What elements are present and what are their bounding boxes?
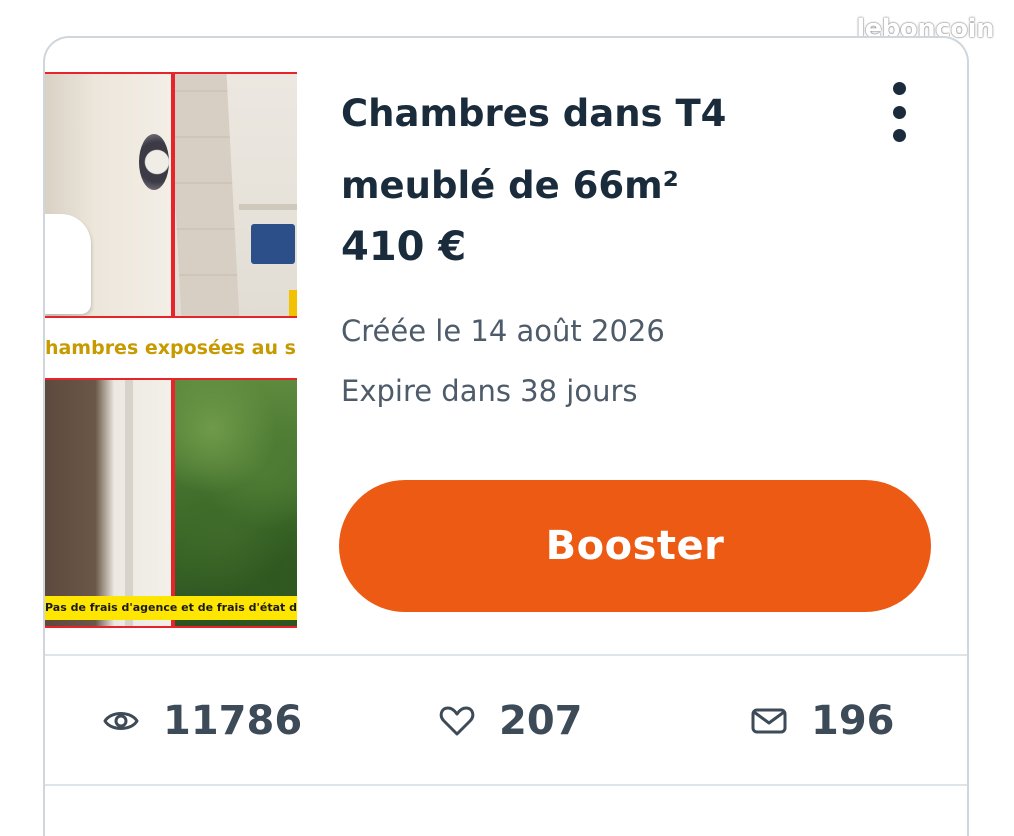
listing-card: Chambres exposées au sud avec vue Pas de… [43,36,969,836]
more-options-button[interactable] [887,82,911,142]
divider [45,654,967,656]
photo-bin [251,224,295,264]
created-date: Créée le 14 août 2026 [341,314,665,348]
listing-photo[interactable]: Chambres exposées au sud avec vue Pas de… [45,72,297,628]
more-vertical-icon [892,82,906,95]
expiry-info: Expire dans 38 jours [341,374,638,408]
photo-pane-tree [173,378,297,628]
eye-icon [103,712,139,730]
views-count: 11786 [163,698,303,744]
listing-price: 410 € [341,224,467,270]
more-vertical-icon-dot [892,129,906,142]
favorites-count: 207 [499,698,583,744]
more-vertical-icon-dot [892,105,906,119]
photo-door-frame [125,380,133,626]
photo-caption-top: Chambres exposées au sud avec vue [45,337,297,359]
messages-count: 196 [811,698,895,744]
photo-pillow [45,214,91,314]
divider-bottom [45,784,967,786]
favorites-stat: 207 [439,686,583,756]
photo-tag [289,290,297,316]
photo-shelf [239,204,297,210]
photo-caption-bottom: Pas de frais d'agence et de frais d'état… [45,596,297,620]
heart-icon [439,706,475,736]
photo-pane-door [45,378,173,628]
photo-pane-wardrobe [173,72,297,318]
booster-button[interactable]: Booster [339,480,931,612]
listing-title[interactable]: Chambres dans T4 meublé de 66m² [341,78,841,222]
views-stat: 11786 [103,686,302,756]
photo-lamp [139,134,169,190]
mail-icon [751,708,787,734]
photo-wardrobe-door [175,74,240,316]
photo-pane-bedroom [45,72,173,318]
messages-stat: 196 [751,686,895,756]
